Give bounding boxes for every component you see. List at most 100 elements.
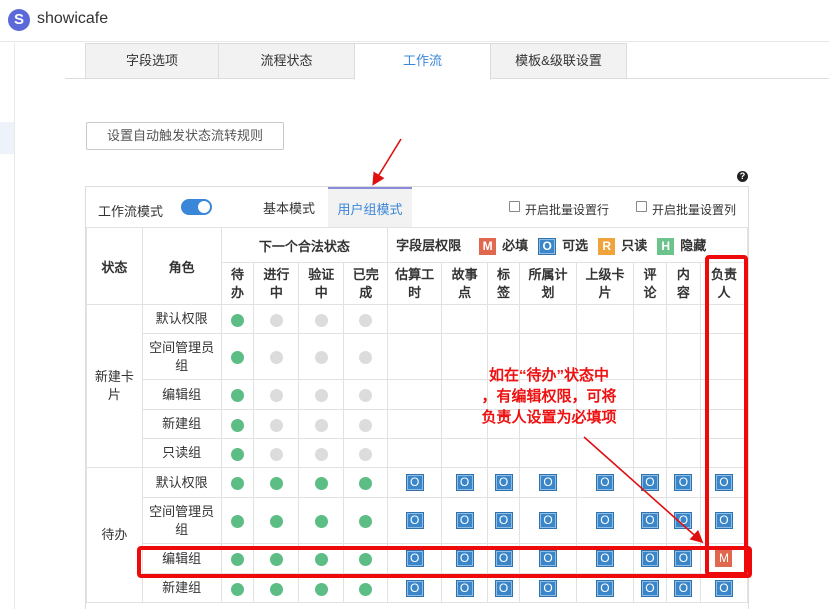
field-permission-cell[interactable]: O (387, 497, 443, 544)
mode-tab-basic[interactable]: 基本模式 (251, 187, 327, 227)
permission-badge-o[interactable]: O (674, 579, 693, 597)
transition-disabled-dot-icon[interactable] (269, 418, 283, 432)
field-permission-cell[interactable]: O (632, 467, 667, 498)
permission-badge-o[interactable]: O (640, 512, 659, 530)
field-col-4[interactable]: 上级卡片 (576, 262, 634, 305)
transition-enabled-dot-icon[interactable] (269, 515, 283, 529)
permission-badge-o[interactable]: O (595, 474, 614, 492)
field-permission-cell[interactable]: O (441, 497, 489, 544)
transition-cell[interactable] (343, 409, 389, 439)
transition-enabled-dot-icon[interactable] (230, 313, 244, 327)
workflow-mode-toggle[interactable] (181, 199, 212, 215)
transition-enabled-dot-icon[interactable] (269, 477, 283, 491)
permission-badge-o[interactable]: O (539, 512, 558, 530)
permission-badge-o[interactable]: O (714, 579, 733, 597)
field-col-6[interactable]: 内容 (665, 262, 701, 305)
next-state-col-2[interactable]: 验证中 (298, 262, 345, 305)
batch-col-checkbox[interactable] (636, 201, 647, 212)
transition-cell[interactable] (298, 438, 345, 468)
transition-cell[interactable] (343, 438, 389, 468)
permission-badge-o[interactable]: O (674, 512, 693, 530)
permission-badge-o[interactable]: O (455, 579, 474, 597)
transition-enabled-dot-icon[interactable] (230, 389, 244, 403)
field-permission-cell[interactable]: O (576, 467, 634, 498)
permission-badge-o[interactable]: O (640, 474, 659, 492)
transition-enabled-dot-icon[interactable] (230, 515, 244, 529)
field-permission-cell[interactable]: O (632, 497, 667, 544)
transition-enabled-dot-icon[interactable] (230, 477, 244, 491)
transition-disabled-dot-icon[interactable] (269, 447, 283, 461)
transition-cell[interactable] (220, 409, 255, 439)
transition-cell[interactable] (220, 333, 255, 380)
batch-row-checkbox[interactable] (509, 201, 520, 212)
tab-field-options[interactable]: 字段选项 (85, 43, 219, 79)
permission-badge-o[interactable]: O (405, 579, 424, 597)
transition-cell[interactable] (343, 497, 389, 544)
field-permission-cell[interactable]: O (665, 497, 701, 544)
permission-badge-o[interactable]: O (640, 579, 659, 597)
transition-cell[interactable] (253, 333, 300, 380)
app-logo-icon[interactable]: S (8, 9, 30, 31)
transition-disabled-dot-icon[interactable] (359, 351, 373, 365)
transition-enabled-dot-icon[interactable] (359, 477, 373, 491)
auto-trigger-rule-button[interactable]: 设置自动触发状态流转规则 (86, 122, 284, 150)
field-col-0[interactable]: 估算工时 (387, 262, 443, 305)
permission-badge-o[interactable]: O (494, 512, 513, 530)
help-icon[interactable]: ? (737, 171, 748, 182)
transition-disabled-dot-icon[interactable] (359, 313, 373, 327)
transition-enabled-dot-icon[interactable] (314, 477, 328, 491)
next-state-col-0[interactable]: 待办 (220, 262, 255, 305)
transition-enabled-dot-icon[interactable] (230, 447, 244, 461)
permission-badge-o[interactable]: O (674, 474, 693, 492)
field-col-1[interactable]: 故事点 (441, 262, 489, 305)
transition-enabled-dot-icon[interactable] (359, 582, 373, 596)
permission-badge-o[interactable]: O (455, 512, 474, 530)
transition-disabled-dot-icon[interactable] (314, 351, 328, 365)
transition-disabled-dot-icon[interactable] (359, 418, 373, 432)
transition-disabled-dot-icon[interactable] (359, 389, 373, 403)
permission-badge-o[interactable]: O (494, 579, 513, 597)
permission-badge-o[interactable]: O (455, 474, 474, 492)
transition-cell[interactable] (298, 333, 345, 380)
next-state-col-3[interactable]: 已完成 (343, 262, 389, 305)
transition-cell[interactable] (298, 379, 345, 410)
transition-cell[interactable] (220, 467, 255, 498)
tab-template-cascade[interactable]: 模板&级联设置 (490, 43, 627, 79)
tab-flow-states[interactable]: 流程状态 (218, 43, 355, 79)
permission-badge-o[interactable]: O (494, 474, 513, 492)
transition-cell[interactable] (220, 438, 255, 468)
transition-cell[interactable] (220, 304, 255, 334)
field-permission-cell[interactable]: O (487, 467, 521, 498)
next-state-col-1[interactable]: 进行中 (253, 262, 300, 305)
transition-enabled-dot-icon[interactable] (314, 582, 328, 596)
transition-cell[interactable] (343, 333, 389, 380)
field-col-3[interactable]: 所属计划 (519, 262, 577, 305)
transition-cell[interactable] (343, 467, 389, 498)
field-permission-cell[interactable]: O (665, 467, 701, 498)
transition-cell[interactable] (298, 409, 345, 439)
transition-cell[interactable] (253, 304, 300, 334)
transition-disabled-dot-icon[interactable] (314, 389, 328, 403)
permission-badge-o[interactable]: O (539, 579, 558, 597)
transition-cell[interactable] (298, 467, 345, 498)
transition-cell[interactable] (298, 304, 345, 334)
transition-cell[interactable] (253, 409, 300, 439)
transition-cell[interactable] (298, 497, 345, 544)
transition-enabled-dot-icon[interactable] (230, 582, 244, 596)
transition-enabled-dot-icon[interactable] (359, 515, 373, 529)
transition-enabled-dot-icon[interactable] (230, 351, 244, 365)
field-col-5[interactable]: 评论 (632, 262, 667, 305)
transition-disabled-dot-icon[interactable] (314, 447, 328, 461)
transition-enabled-dot-icon[interactable] (314, 515, 328, 529)
permission-badge-o[interactable]: O (595, 579, 614, 597)
permission-badge-o[interactable]: O (539, 474, 558, 492)
transition-enabled-dot-icon[interactable] (230, 418, 244, 432)
transition-cell[interactable] (343, 304, 389, 334)
transition-disabled-dot-icon[interactable] (269, 389, 283, 403)
field-permission-cell[interactable]: O (576, 497, 634, 544)
transition-cell[interactable] (253, 497, 300, 544)
transition-cell[interactable] (220, 379, 255, 410)
transition-disabled-dot-icon[interactable] (359, 447, 373, 461)
transition-disabled-dot-icon[interactable] (269, 351, 283, 365)
tab-workflow[interactable]: 工作流 (354, 43, 491, 80)
